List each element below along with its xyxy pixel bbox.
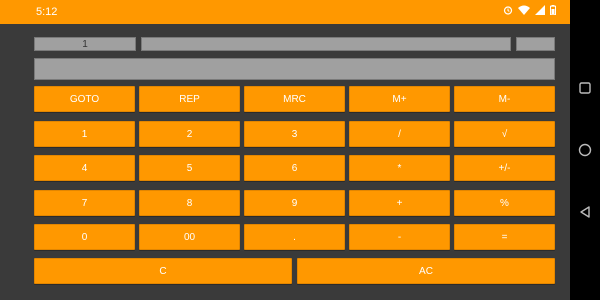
digit-2-button[interactable]: 2 xyxy=(139,121,240,147)
rep-button[interactable]: REP xyxy=(139,86,240,112)
mrc-button[interactable]: MRC xyxy=(244,86,345,112)
digit-4-button[interactable]: 4 xyxy=(34,155,135,181)
double-zero-button[interactable]: 00 xyxy=(139,224,240,250)
goto-button[interactable]: GOTO xyxy=(34,86,135,112)
status-bar: 5:12 xyxy=(0,0,570,24)
equals-button[interactable]: = xyxy=(454,224,555,250)
battery-icon xyxy=(550,5,556,15)
operator-field[interactable] xyxy=(516,37,555,51)
percent-button[interactable]: % xyxy=(454,190,555,216)
memory-minus-button[interactable]: M- xyxy=(454,86,555,112)
digit-5-button[interactable]: 5 xyxy=(139,155,240,181)
digit-7-button[interactable]: 7 xyxy=(34,190,135,216)
digit-8-button[interactable]: 8 xyxy=(139,190,240,216)
digit-0-button[interactable]: 0 xyxy=(34,224,135,250)
calculator-app: 1 GOTO REP MRC M+ M- 1 2 3 / √ 4 5 6 * +… xyxy=(0,24,570,300)
sign-toggle-button[interactable]: +/- xyxy=(454,155,555,181)
divide-button[interactable]: / xyxy=(349,121,450,147)
memory-plus-button[interactable]: M+ xyxy=(349,86,450,112)
multiply-button[interactable]: * xyxy=(349,155,450,181)
minus-button[interactable]: - xyxy=(349,224,450,250)
status-icons xyxy=(503,5,556,15)
decimal-button[interactable]: . xyxy=(244,224,345,250)
digit-9-button[interactable]: 9 xyxy=(244,190,345,216)
entry-field[interactable] xyxy=(141,37,511,51)
digit-1-button[interactable]: 1 xyxy=(34,121,135,147)
signal-icon xyxy=(535,5,545,15)
index-field[interactable]: 1 xyxy=(34,37,136,51)
digit-3-button[interactable]: 3 xyxy=(244,121,345,147)
digit-6-button[interactable]: 6 xyxy=(244,155,345,181)
plus-button[interactable]: + xyxy=(349,190,450,216)
wifi-icon xyxy=(518,5,530,15)
all-clear-button[interactable]: AC xyxy=(297,258,555,284)
home-icon[interactable] xyxy=(577,142,593,158)
alarm-icon xyxy=(503,5,513,15)
back-icon[interactable] xyxy=(577,204,593,220)
status-time: 5:12 xyxy=(36,6,58,18)
clear-button[interactable]: C xyxy=(34,258,292,284)
result-display xyxy=(34,58,555,80)
navigation-bar xyxy=(570,0,600,300)
sqrt-button[interactable]: √ xyxy=(454,121,555,147)
overview-icon[interactable] xyxy=(577,80,593,96)
